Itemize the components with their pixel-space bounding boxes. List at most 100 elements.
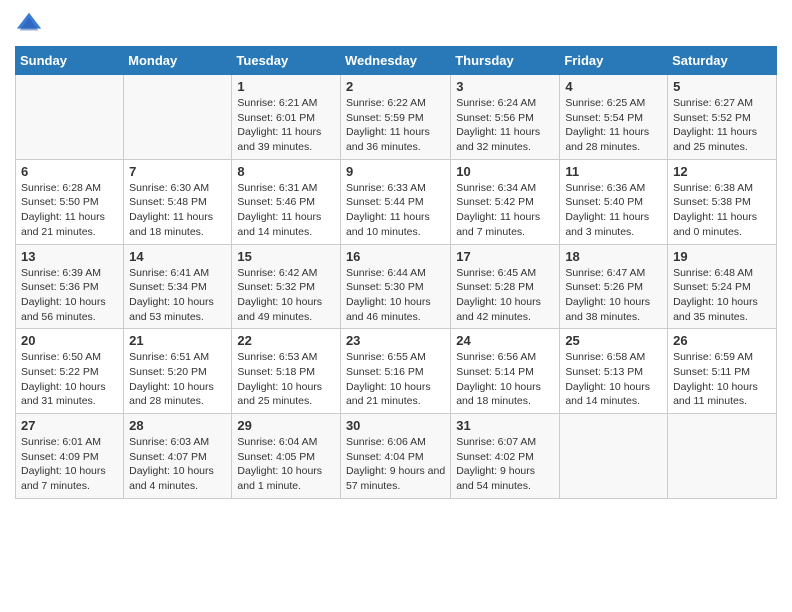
- day-number: 18: [565, 249, 662, 264]
- day-number: 21: [129, 333, 226, 348]
- day-info: Sunrise: 6:48 AM Sunset: 5:24 PM Dayligh…: [673, 266, 771, 325]
- day-number: 3: [456, 79, 554, 94]
- day-number: 1: [237, 79, 335, 94]
- day-cell: [124, 75, 232, 160]
- day-info: Sunrise: 6:28 AM Sunset: 5:50 PM Dayligh…: [21, 181, 118, 240]
- day-info: Sunrise: 6:25 AM Sunset: 5:54 PM Dayligh…: [565, 96, 662, 155]
- day-cell: 31Sunrise: 6:07 AM Sunset: 4:02 PM Dayli…: [451, 414, 560, 499]
- day-cell: 2 Sunrise: 6:22 AM Sunset: 5:59 PM Daylig…: [340, 75, 450, 160]
- day-cell: 17 Sunrise: 6:45 AM Sunset: 5:28 PM Dayli…: [451, 244, 560, 329]
- day-number: 17: [456, 249, 554, 264]
- logo: [15, 10, 47, 38]
- day-info: Sunrise: 6:59 AM Sunset: 5:11 PM Dayligh…: [673, 350, 771, 409]
- week-row-4: 20 Sunrise: 6:50 AM Sunset: 5:22 PM Dayli…: [16, 329, 777, 414]
- day-number: 24: [456, 333, 554, 348]
- day-info: Sunrise: 6:06 AM Sunset: 4:04 PM Dayligh…: [346, 435, 445, 494]
- calendar-table: SundayMondayTuesdayWednesdayThursdayFrid…: [15, 46, 777, 499]
- day-info: Sunrise: 6:39 AM Sunset: 5:36 PM Dayligh…: [21, 266, 118, 325]
- day-cell: 12 Sunrise: 6:38 AM Sunset: 5:38 PM Dayli…: [668, 159, 777, 244]
- day-cell: 5Sunrise: 6:27 AM Sunset: 5:52 PM Daylig…: [668, 75, 777, 160]
- day-info: Sunrise: 6:30 AM Sunset: 5:48 PM Dayligh…: [129, 181, 226, 240]
- col-header-sunday: Sunday: [16, 47, 124, 75]
- week-row-1: 1 Sunrise: 6:21 AM Sunset: 6:01 PM Daylig…: [16, 75, 777, 160]
- col-header-thursday: Thursday: [451, 47, 560, 75]
- day-cell: 11Sunrise: 6:36 AM Sunset: 5:40 PM Dayli…: [560, 159, 668, 244]
- day-number: 29: [237, 418, 335, 433]
- day-cell: 9 Sunrise: 6:33 AM Sunset: 5:44 PM Daylig…: [340, 159, 450, 244]
- day-cell: 28 Sunrise: 6:03 AM Sunset: 4:07 PM Dayli…: [124, 414, 232, 499]
- day-cell: [16, 75, 124, 160]
- day-cell: 24 Sunrise: 6:56 AM Sunset: 5:14 PM Dayli…: [451, 329, 560, 414]
- day-number: 2: [346, 79, 445, 94]
- day-info: Sunrise: 6:36 AM Sunset: 5:40 PM Dayligh…: [565, 181, 662, 240]
- day-cell: 30 Sunrise: 6:06 AM Sunset: 4:04 PM Dayli…: [340, 414, 450, 499]
- day-cell: 4 Sunrise: 6:25 AM Sunset: 5:54 PM Daylig…: [560, 75, 668, 160]
- col-header-saturday: Saturday: [668, 47, 777, 75]
- day-number: 12: [673, 164, 771, 179]
- day-info: Sunrise: 6:22 AM Sunset: 5:59 PM Dayligh…: [346, 96, 445, 155]
- day-info: Sunrise: 6:55 AM Sunset: 5:16 PM Dayligh…: [346, 350, 445, 409]
- day-number: 30: [346, 418, 445, 433]
- week-row-3: 13 Sunrise: 6:39 AM Sunset: 5:36 PM Dayli…: [16, 244, 777, 329]
- day-number: 4: [565, 79, 662, 94]
- day-cell: [668, 414, 777, 499]
- day-number: 7: [129, 164, 226, 179]
- day-number: 16: [346, 249, 445, 264]
- day-info: Sunrise: 6:33 AM Sunset: 5:44 PM Dayligh…: [346, 181, 445, 240]
- day-info: Sunrise: 6:24 AM Sunset: 5:56 PM Dayligh…: [456, 96, 554, 155]
- day-info: Sunrise: 6:58 AM Sunset: 5:13 PM Dayligh…: [565, 350, 662, 409]
- day-cell: 8Sunrise: 6:31 AM Sunset: 5:46 PM Daylig…: [232, 159, 341, 244]
- day-cell: 19 Sunrise: 6:48 AM Sunset: 5:24 PM Dayli…: [668, 244, 777, 329]
- calendar-page: SundayMondayTuesdayWednesdayThursdayFrid…: [0, 0, 792, 612]
- day-number: 13: [21, 249, 118, 264]
- day-number: 31: [456, 418, 554, 433]
- day-info: Sunrise: 6:27 AM Sunset: 5:52 PM Dayligh…: [673, 96, 771, 155]
- day-cell: 15 Sunrise: 6:42 AM Sunset: 5:32 PM Dayli…: [232, 244, 341, 329]
- day-number: 15: [237, 249, 335, 264]
- day-cell: 20 Sunrise: 6:50 AM Sunset: 5:22 PM Dayli…: [16, 329, 124, 414]
- day-cell: 27Sunrise: 6:01 AM Sunset: 4:09 PM Dayli…: [16, 414, 124, 499]
- col-header-wednesday: Wednesday: [340, 47, 450, 75]
- day-cell: 18Sunrise: 6:47 AM Sunset: 5:26 PM Dayli…: [560, 244, 668, 329]
- day-cell: 10 Sunrise: 6:34 AM Sunset: 5:42 PM Dayli…: [451, 159, 560, 244]
- day-number: 22: [237, 333, 335, 348]
- col-header-tuesday: Tuesday: [232, 47, 341, 75]
- day-number: 6: [21, 164, 118, 179]
- week-row-2: 6 Sunrise: 6:28 AM Sunset: 5:50 PM Daylig…: [16, 159, 777, 244]
- day-cell: [560, 414, 668, 499]
- day-cell: 1 Sunrise: 6:21 AM Sunset: 6:01 PM Daylig…: [232, 75, 341, 160]
- week-row-5: 27Sunrise: 6:01 AM Sunset: 4:09 PM Dayli…: [16, 414, 777, 499]
- day-number: 9: [346, 164, 445, 179]
- day-cell: 14Sunrise: 6:41 AM Sunset: 5:34 PM Dayli…: [124, 244, 232, 329]
- day-cell: 29 Sunrise: 6:04 AM Sunset: 4:05 PM Dayli…: [232, 414, 341, 499]
- day-info: Sunrise: 6:34 AM Sunset: 5:42 PM Dayligh…: [456, 181, 554, 240]
- day-cell: 25 Sunrise: 6:58 AM Sunset: 5:13 PM Dayli…: [560, 329, 668, 414]
- day-cell: 6 Sunrise: 6:28 AM Sunset: 5:50 PM Daylig…: [16, 159, 124, 244]
- day-info: Sunrise: 6:21 AM Sunset: 6:01 PM Dayligh…: [237, 96, 335, 155]
- day-number: 20: [21, 333, 118, 348]
- day-info: Sunrise: 6:04 AM Sunset: 4:05 PM Dayligh…: [237, 435, 335, 494]
- col-header-friday: Friday: [560, 47, 668, 75]
- day-number: 10: [456, 164, 554, 179]
- day-info: Sunrise: 6:01 AM Sunset: 4:09 PM Dayligh…: [21, 435, 118, 494]
- day-info: Sunrise: 6:50 AM Sunset: 5:22 PM Dayligh…: [21, 350, 118, 409]
- day-number: 19: [673, 249, 771, 264]
- day-number: 28: [129, 418, 226, 433]
- day-cell: 23Sunrise: 6:55 AM Sunset: 5:16 PM Dayli…: [340, 329, 450, 414]
- header-row: SundayMondayTuesdayWednesdayThursdayFrid…: [16, 47, 777, 75]
- day-number: 25: [565, 333, 662, 348]
- day-info: Sunrise: 6:45 AM Sunset: 5:28 PM Dayligh…: [456, 266, 554, 325]
- day-info: Sunrise: 6:51 AM Sunset: 5:20 PM Dayligh…: [129, 350, 226, 409]
- day-info: Sunrise: 6:56 AM Sunset: 5:14 PM Dayligh…: [456, 350, 554, 409]
- day-info: Sunrise: 6:42 AM Sunset: 5:32 PM Dayligh…: [237, 266, 335, 325]
- day-cell: 7 Sunrise: 6:30 AM Sunset: 5:48 PM Daylig…: [124, 159, 232, 244]
- day-info: Sunrise: 6:44 AM Sunset: 5:30 PM Dayligh…: [346, 266, 445, 325]
- day-info: Sunrise: 6:03 AM Sunset: 4:07 PM Dayligh…: [129, 435, 226, 494]
- day-number: 14: [129, 249, 226, 264]
- day-cell: 26 Sunrise: 6:59 AM Sunset: 5:11 PM Dayli…: [668, 329, 777, 414]
- day-cell: 16 Sunrise: 6:44 AM Sunset: 5:30 PM Dayli…: [340, 244, 450, 329]
- day-info: Sunrise: 6:38 AM Sunset: 5:38 PM Dayligh…: [673, 181, 771, 240]
- day-number: 26: [673, 333, 771, 348]
- day-cell: 21 Sunrise: 6:51 AM Sunset: 5:20 PM Dayli…: [124, 329, 232, 414]
- day-cell: 3 Sunrise: 6:24 AM Sunset: 5:56 PM Daylig…: [451, 75, 560, 160]
